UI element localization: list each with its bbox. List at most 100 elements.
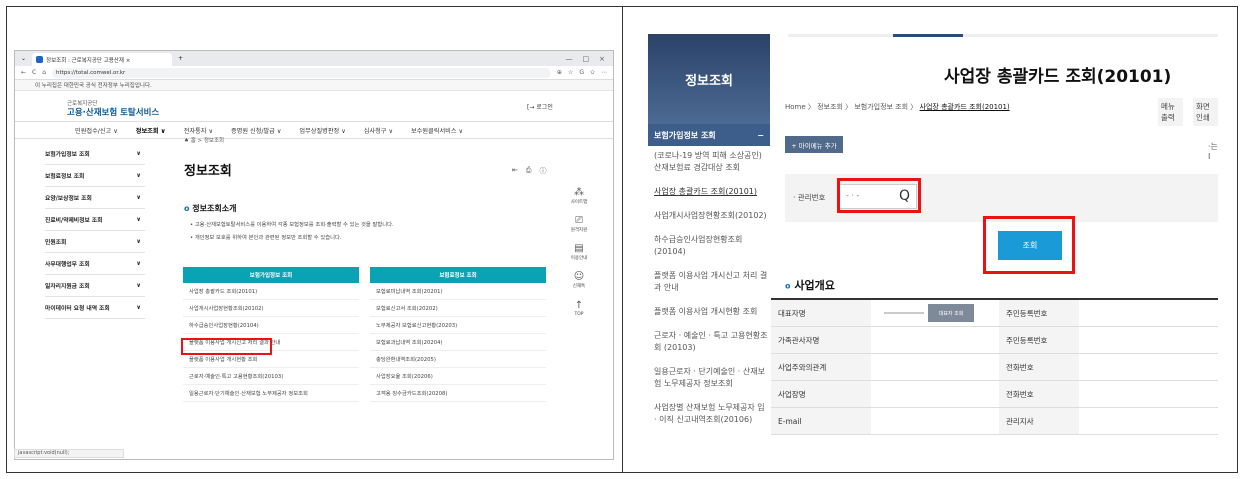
refresh-icon[interactable]: C (32, 69, 36, 76)
new-tab-icon[interactable]: + (178, 55, 183, 62)
collections-icon[interactable]: ✩ (590, 69, 595, 76)
menu-link[interactable]: 일용근로자·단기예술인·산재보험 노무제공자 정보조회 (183, 385, 359, 402)
menu-link[interactable]: 충당완환내역조회(20205) (370, 351, 546, 368)
home-icon[interactable]: ⌂ (42, 69, 46, 76)
favorite-icon[interactable]: ☆ (568, 69, 573, 76)
rep-lookup-button[interactable]: 대표자 조회 (928, 304, 974, 322)
lnb-item[interactable]: 민원조회 ∨ (45, 231, 145, 253)
login-link[interactable]: [→ 로그인 (527, 102, 553, 111)
chevron-down-icon: ∨ (136, 260, 141, 267)
browser-tab[interactable]: 정보조회 : 근로복지공단 고용산재 × (32, 53, 173, 66)
minimize-icon[interactable]: — (566, 55, 573, 63)
lnb-item[interactable]: 진료비/약제비정보 조회 ∨ (45, 209, 145, 231)
menu-link[interactable]: 사업개시사업장현황조회(20102) (183, 300, 359, 317)
side-menu-item[interactable]: 사업장별 산재보험 노무제공자 입 · 이직 신고내역조회(20106) (654, 402, 768, 426)
section-label: 사업개요 (794, 279, 835, 292)
menu-link[interactable]: 보험료과납내역 조회(20204) (370, 334, 546, 351)
menu-link[interactable]: 근로자·예술인·특고 고용현황조회(20103) (183, 368, 359, 385)
nav-item-notice[interactable]: 전자통지 ∨ (184, 126, 213, 135)
quick-remote[interactable]: ⎚ 원격지원 (566, 210, 592, 238)
lnb-item[interactable]: 일자리지원금 조회 ∨ (45, 275, 145, 297)
tab-list-icon[interactable]: ⌄ (21, 55, 26, 62)
nav-item-disease[interactable]: 업무상질병판정 ∨ (299, 126, 345, 135)
screen-print-button[interactable]: 화면인쇄 (1193, 98, 1218, 126)
menu-link[interactable]: 노무제공자 보험료신고현황(20203) (370, 317, 546, 334)
maximize-icon[interactable]: □ (583, 55, 590, 63)
quick-sitemap[interactable]: ⁂ 사이트맵 (566, 182, 592, 210)
section-title: o 사업개요 (785, 277, 835, 293)
google-icon[interactable]: G (579, 69, 584, 76)
highlight-box (983, 216, 1075, 274)
zoom-icon[interactable]: ⊕ (557, 69, 562, 76)
menu-link[interactable]: 고객용 징수금카드조회(20208) (370, 385, 546, 402)
side-menu-item[interactable]: 플랫폼 이용사업 개시신고 처리 결과 안내 (654, 270, 768, 294)
site-logo[interactable]: 고용·산재보험 토탈서비스 (67, 106, 159, 118)
lnb-item[interactable]: 마이데이터 요청 내역 조회 ∨ (45, 297, 145, 319)
chevron-down-icon: ∨ (136, 304, 141, 311)
add-my-menu-button[interactable]: + 마이메뉴 추가 (785, 136, 843, 153)
back-icon[interactable]: ← (21, 69, 26, 76)
chevron-down-icon: ∨ (136, 150, 141, 157)
side-menu-item-active[interactable]: 사업장 총괄카드 조회(20101) (654, 186, 768, 198)
lnb-item[interactable]: 보험료정보 조회 ∨ (45, 165, 145, 187)
premium-info-column: 보험료정보 조회 보험료미납내역 조회(20201) 보험료신고서 조회(202… (370, 267, 546, 402)
menu-link[interactable]: 하수급승인사업장현황(20104) (183, 317, 359, 334)
menu-print-button[interactable]: 메뉴출력 (1158, 98, 1183, 126)
lnb-item[interactable]: 요양/보상정보 조회 ∨ (45, 187, 145, 209)
table-row: 사업주와의관계 전화번호 (771, 354, 1218, 381)
lnb-label: 마이데이터 요청 내역 조회 (45, 306, 110, 312)
lnb-item[interactable]: 사무대행업무 조회 ∨ (45, 253, 145, 275)
side-menu-item[interactable]: 플랫폼 이용사업 개시현황 조회 (654, 306, 768, 318)
breadcrumb[interactable]: ♠ 홈 > 정보조회 (184, 136, 224, 144)
quick-guide[interactable]: ▤ 이용안내 (566, 238, 592, 266)
more-icon[interactable]: ⋯ (601, 69, 607, 76)
side-menu-item[interactable]: 일용근로자 · 단기예술인 · 산재보험 노무제공자 정보조회 (654, 366, 768, 390)
side-menu-item[interactable]: (코로나-19 방역 피해 소상공인) 산재보험료 경감대상 조회 (654, 150, 768, 174)
side-menu-item[interactable]: 사업개시사업장현황조회(20102) (654, 210, 768, 222)
print-icon[interactable]: ⎙ (526, 166, 532, 176)
lnb-label: 진료비/약제비정보 조회 (45, 218, 103, 224)
close-icon[interactable]: × (599, 55, 605, 63)
insurance-join-column: 보험가입정보 조회 사업장 총괄카드 조회(20101) 사업개시사업장현황조회… (183, 267, 359, 402)
nav-item-pay[interactable]: 보수원클릭서비스 ∨ (411, 126, 463, 135)
site-favicon-icon (36, 56, 44, 63)
breadcrumb-current[interactable]: 사업장 총괄카드 조회(20101) (920, 103, 1010, 111)
chevron-down-icon: ∨ (136, 216, 141, 223)
row-header: 전화번호 (999, 381, 1079, 407)
url-text: https://total.comwel.or.kr (56, 69, 126, 76)
nav-item-appeal[interactable]: 심사청구 ∨ (364, 126, 393, 135)
business-overview-table: 대표자명 대표자 조회 주민등록번호 가족관사자명 주민등록번호 사업주와의관계… (771, 298, 1218, 435)
share-icon[interactable]: ⇤ (512, 166, 518, 176)
quick-label: 원격지원 (570, 228, 588, 233)
table-row: 대표자명 대표자 조회 주민등록번호 (771, 300, 1218, 327)
row-header: 주민등록번호 (999, 327, 1079, 353)
menu-link[interactable]: 사업장 총괄카드 조회(20101) (183, 283, 359, 300)
zoomed-page: 정보조회 보험가입정보 조회 − (코로나-19 방역 피해 소상공인) 산재보험… (648, 34, 1218, 464)
nav-item-info[interactable]: 정보조회 ∨ (136, 126, 166, 135)
table-row: E-mail 관리지사 (771, 408, 1218, 435)
menu-link[interactable]: 보험료미납내역 조회(20201) (370, 283, 546, 300)
lnb-label: 사무대행업무 조회 (45, 262, 90, 268)
side-menu-item[interactable]: 하수급승인사업장현황조회(20104) (654, 234, 768, 258)
left-nav: 보험가입정보 조회 ∨ 보험료정보 조회 ∨ 요양/보상정보 조회 ∨ 진료비/약제비… (45, 143, 145, 319)
quick-top[interactable]: ↑ TOP (566, 294, 592, 322)
info-icon[interactable]: ⓘ (539, 166, 546, 176)
breadcrumb: Home 〉 정보조회 〉 보험가입정보 조회 〉 사업장 총괄카드 조회(20… (785, 102, 1010, 112)
quick-chat[interactable]: ☺ 신재톡 (566, 266, 592, 294)
breadcrumb-path[interactable]: Home 〉 정보조회 〉 보험가입정보 조회 〉 (785, 103, 917, 111)
lnb-item[interactable]: 보험가입정보 조회 ∨ (45, 143, 145, 165)
address-bar-row: ← C ⌂ https://total.comwel.or.kr ⊕ ☆ G ✩… (15, 66, 613, 80)
mgmt-number-label: · 관리번호 (793, 193, 826, 202)
side-sub-menu[interactable]: 보험가입정보 조회 − (648, 124, 770, 146)
lnb-label: 일자리지원금 조회 (45, 284, 90, 290)
page-tools: ⇤ ⎙ ⓘ (512, 166, 546, 176)
menu-link[interactable]: 사업장요율 조회(20206) (370, 368, 546, 385)
nav-item-cert[interactable]: 증명원 신청/발급 ∨ (231, 126, 281, 135)
url-input[interactable]: https://total.comwel.or.kr (52, 67, 551, 78)
side-menu-item[interactable]: 근로자 · 예술인 · 특고 고용현황조회 (20103) (654, 330, 768, 354)
menu-link[interactable]: 보험료신고서 조회(20202) (370, 300, 546, 317)
chevron-down-icon: ∨ (136, 194, 141, 201)
row-value (1079, 408, 1218, 434)
page-title: 사업장 총괄카드 조회(20101) (944, 67, 1172, 87)
nav-item-petition[interactable]: 민원접수/신고 ∨ (75, 126, 118, 135)
